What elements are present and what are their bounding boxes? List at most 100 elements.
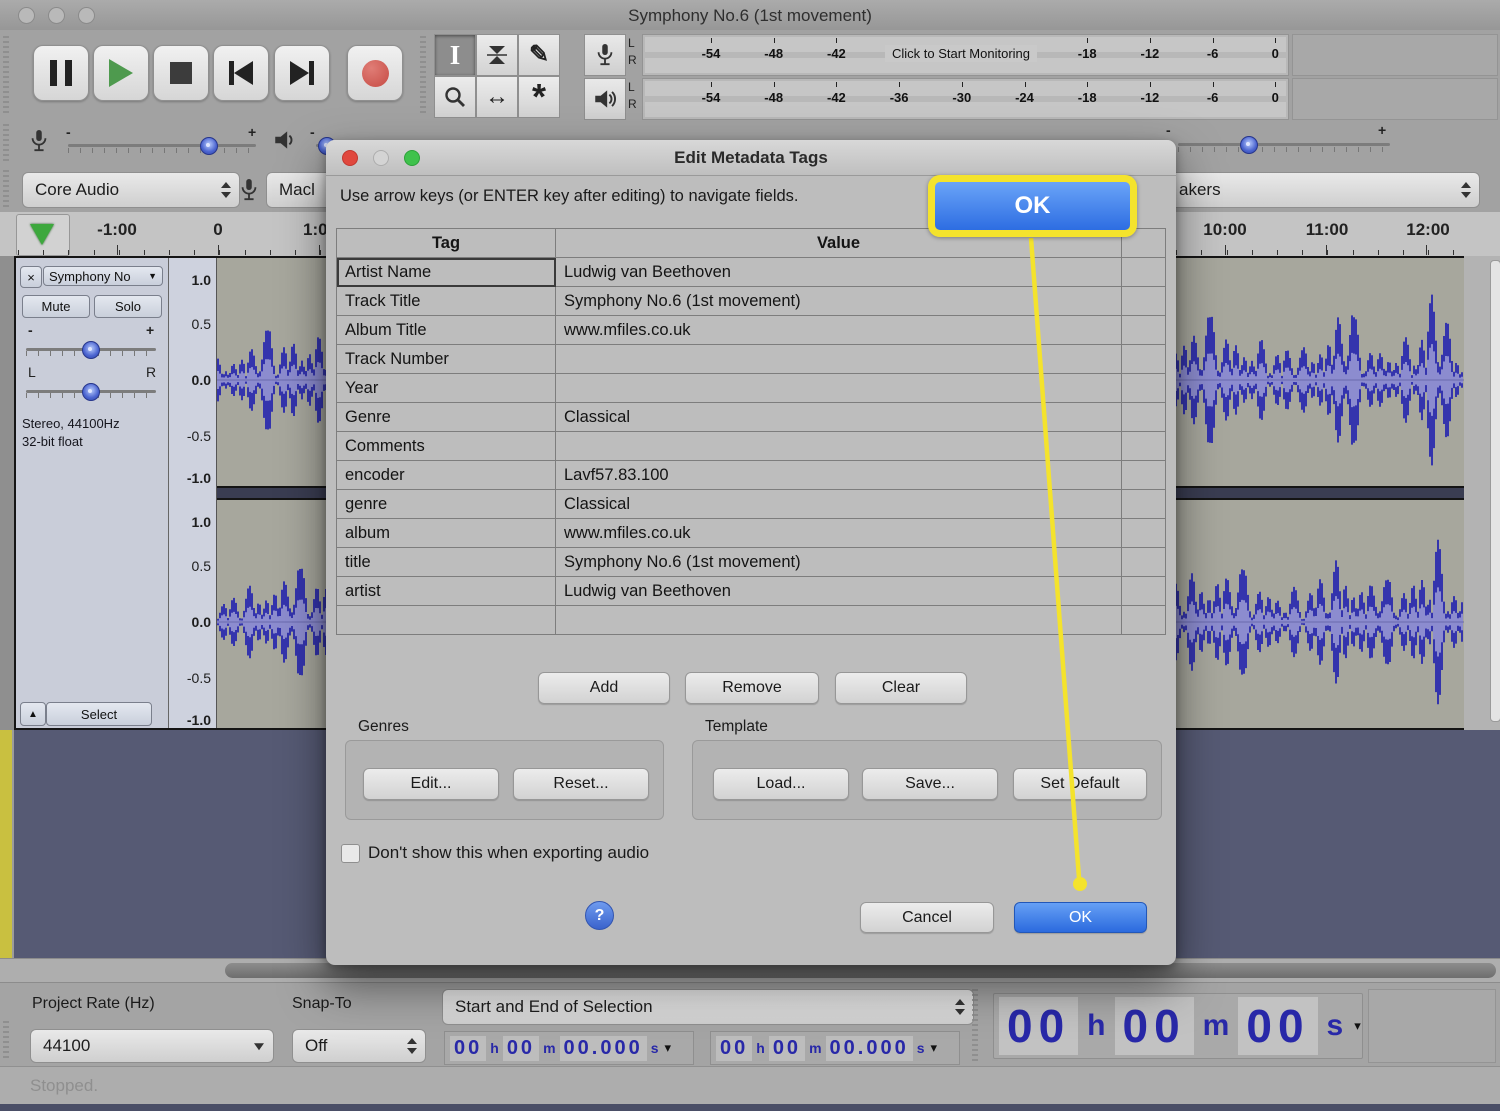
collapse-track-button[interactable]: ▲	[20, 702, 46, 726]
multi-tool-button[interactable]: *	[518, 76, 560, 118]
recording-volume-slider[interactable]	[68, 144, 256, 147]
toolbar-grip[interactable]	[3, 170, 9, 208]
play-button[interactable]	[93, 45, 149, 101]
monitoring-overlay[interactable]: Click to Start Monitoring	[885, 45, 1037, 62]
gain-knob[interactable]	[82, 341, 100, 359]
selection-mode-select[interactable]: Start and End of Selection	[442, 989, 974, 1025]
tag-cell[interactable]: Track Title	[337, 287, 556, 316]
set-default-template-button[interactable]: Set Default	[1013, 768, 1147, 800]
value-cell[interactable]: Ludwig van Beethoven	[556, 258, 1122, 287]
tag-cell[interactable]: Artist Name	[337, 258, 556, 287]
tag-cell[interactable]: Track Number	[337, 345, 556, 374]
vertical-scrollbar-thumb[interactable]	[1490, 260, 1500, 722]
meter-tick-label: -42	[827, 46, 846, 61]
value-cell[interactable]: Symphony No.6 (1st movement)	[556, 287, 1122, 316]
value-cell[interactable]: Lavf57.83.100	[556, 461, 1122, 490]
window-titlebar[interactable]: Symphony No.6 (1st movement)	[0, 0, 1500, 31]
timeline-label: 12:00	[1406, 220, 1449, 240]
toolbar-grip[interactable]	[3, 36, 9, 114]
tag-cell[interactable]: album	[337, 519, 556, 548]
pause-button[interactable]	[33, 45, 89, 101]
value-cell[interactable]: Classical	[556, 490, 1122, 519]
stop-button[interactable]	[153, 45, 209, 101]
chevron-down-icon[interactable]: ▾	[1354, 1018, 1361, 1034]
envelope-tool-button[interactable]	[476, 34, 518, 76]
green-triangle-pointer-icon[interactable]	[30, 224, 54, 245]
value-cell[interactable]: www.mfiles.co.uk	[556, 519, 1122, 548]
tag-cell[interactable]: title	[337, 548, 556, 577]
track-name-menu[interactable]: Symphony No ▼	[43, 266, 163, 286]
timeline-minor-tick	[1428, 250, 1429, 255]
selection-tool-button[interactable]: I	[434, 34, 476, 76]
horizontal-scrollbar-thumb[interactable]	[225, 963, 1496, 978]
tag-cell[interactable]: Year	[337, 374, 556, 403]
value-cell[interactable]: Classical	[556, 403, 1122, 432]
dialog-titlebar[interactable]: Edit Metadata Tags	[326, 140, 1176, 176]
draw-tool-button[interactable]: ✎	[518, 34, 560, 76]
playback-meter[interactable]: -54-48-42-36-30-24-18-12-60	[642, 78, 1289, 120]
tag-cell[interactable]: artist	[337, 577, 556, 606]
vertical-scrollbar[interactable]	[1464, 256, 1500, 730]
toolbar-grip[interactable]	[3, 124, 9, 162]
tag-cell[interactable]: Genre	[337, 403, 556, 432]
project-rate-select[interactable]: 44100	[30, 1029, 274, 1063]
playback-meter-button[interactable]	[584, 78, 626, 120]
tag-cell[interactable]	[337, 606, 556, 635]
add-button[interactable]: Add	[538, 672, 670, 704]
timeline-minor-tick	[68, 250, 69, 255]
audio-position-display[interactable]: 00h00m00s▾	[993, 993, 1363, 1059]
tag-cell[interactable]: Album Title	[337, 316, 556, 345]
recording-volume-knob[interactable]	[200, 137, 218, 155]
tag-cell[interactable]: genre	[337, 490, 556, 519]
snap-to-select[interactable]: Off	[292, 1029, 426, 1063]
value-cell[interactable]	[556, 606, 1122, 635]
value-cell[interactable]	[556, 374, 1122, 403]
track-close-button[interactable]: ×	[20, 266, 42, 288]
value-cell[interactable]: www.mfiles.co.uk	[556, 316, 1122, 345]
scale-label: -0.5	[187, 428, 211, 444]
zoom-tool-button[interactable]	[434, 76, 476, 118]
load-template-button[interactable]: Load...	[713, 768, 849, 800]
tag-cell[interactable]: Comments	[337, 432, 556, 461]
toolbar-grip[interactable]	[420, 36, 426, 114]
ok-button[interactable]: OK	[1014, 902, 1147, 933]
timeline-minor-tick	[270, 250, 271, 255]
chevron-down-icon[interactable]: ▾	[930, 1040, 937, 1056]
play-speed-slider[interactable]	[1178, 143, 1390, 146]
selection-start-field[interactable]: 00h00m00.000s▾	[444, 1031, 694, 1065]
value-cell[interactable]: Symphony No.6 (1st movement)	[556, 548, 1122, 577]
toolbar-grip[interactable]	[3, 1021, 9, 1061]
vertical-scale-ruler[interactable]: 1.00.50.0-0.5-1.01.00.50.0-0.5-1.0	[168, 258, 217, 728]
record-button[interactable]	[347, 45, 403, 101]
solo-button[interactable]: Solo	[94, 295, 162, 318]
pan-knob[interactable]	[82, 383, 100, 401]
recording-volume-plus: +	[248, 124, 256, 140]
record-icon	[362, 60, 389, 87]
save-template-button[interactable]: Save...	[862, 768, 998, 800]
ok-callout-highlight[interactable]: OK	[928, 175, 1137, 237]
edit-genres-button[interactable]: Edit...	[363, 768, 499, 800]
record-meter[interactable]: -54-48-42-18-12-60Click to Start Monitor…	[642, 34, 1289, 76]
value-cell[interactable]: Ludwig van Beethoven	[556, 577, 1122, 606]
mute-button[interactable]: Mute	[22, 295, 90, 318]
skip-to-start-button[interactable]	[213, 45, 269, 101]
timeshift-tool-button[interactable]: ↔	[476, 76, 518, 118]
record-meter-button[interactable]	[584, 34, 626, 76]
value-cell[interactable]	[556, 345, 1122, 374]
track-select-button[interactable]: Select	[46, 702, 152, 726]
toolbar-grip[interactable]	[972, 989, 978, 1061]
clear-button[interactable]: Clear	[835, 672, 967, 704]
dont-show-checkbox[interactable]	[341, 844, 360, 863]
selection-end-field[interactable]: 00h00m00.000s▾	[710, 1031, 960, 1065]
audio-host-select[interactable]: Core Audio	[22, 172, 240, 208]
skip-to-end-button[interactable]	[274, 45, 330, 101]
cancel-button[interactable]: Cancel	[860, 902, 994, 933]
value-cell[interactable]	[556, 432, 1122, 461]
tag-column-header[interactable]: Tag	[337, 229, 556, 258]
remove-button[interactable]: Remove	[685, 672, 819, 704]
help-button[interactable]: ?	[585, 901, 614, 930]
play-speed-knob[interactable]	[1240, 136, 1258, 154]
chevron-down-icon[interactable]: ▾	[664, 1040, 671, 1056]
tag-cell[interactable]: encoder	[337, 461, 556, 490]
reset-genres-button[interactable]: Reset...	[513, 768, 649, 800]
